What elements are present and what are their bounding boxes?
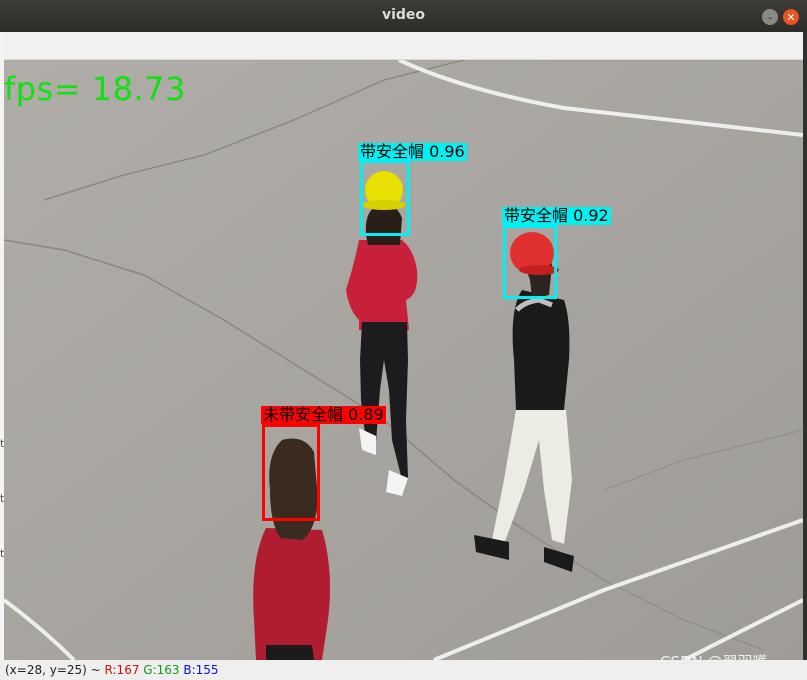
fps-counter: fps= 18.73	[4, 70, 186, 108]
detection-label-helmet-1: 带安全帽 0.96	[358, 142, 467, 161]
detection-box-helmet-2	[503, 225, 557, 299]
detection-label-no-helmet: 未带安全帽 0.89	[261, 405, 386, 424]
right-edge	[803, 32, 807, 660]
pixel-g-value: G:163	[143, 663, 180, 677]
window-title: video	[381, 7, 426, 23]
minimize-icon[interactable]: –	[762, 9, 778, 25]
video-window: video – ✕ t t t fps= 18.73 带安全帽 0.96 带安全…	[0, 0, 807, 680]
cursor-coords: (x=28, y=25) ~	[5, 663, 101, 677]
pixel-b-value: B:155	[183, 663, 219, 677]
detection-box-helmet-1	[360, 160, 410, 236]
close-icon[interactable]: ✕	[783, 9, 799, 25]
title-bar[interactable]: video – ✕	[0, 0, 807, 32]
pixel-r-value: R:167	[104, 663, 140, 677]
status-bar: (x=28, y=25) ~ R:167 G:163 B:155	[0, 660, 807, 680]
toolbar	[4, 32, 803, 60]
detection-label-helmet-2: 带安全帽 0.92	[502, 206, 611, 225]
detection-box-no-helmet	[262, 424, 320, 521]
